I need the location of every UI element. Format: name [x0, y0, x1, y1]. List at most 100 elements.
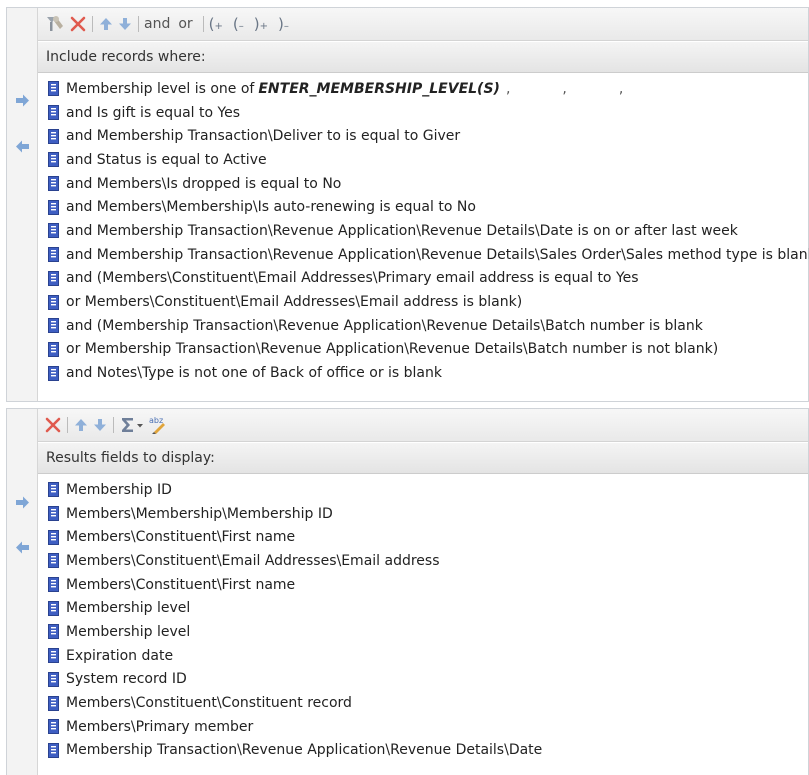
remove-filter-arrow-icon[interactable]: [15, 139, 30, 158]
field-name: Members\Membership\Membership ID: [66, 505, 333, 522]
remove-field-arrow-icon[interactable]: [15, 540, 30, 559]
field-icon: [48, 81, 59, 97]
toolbar-separator: [92, 16, 93, 32]
delete-icon[interactable]: [44, 413, 62, 437]
field-icon: [48, 152, 59, 168]
filter-row[interactable]: and Membership Transaction\Revenue Appli…: [38, 219, 808, 243]
filter-text: and Membership Transaction\Revenue Appli…: [66, 222, 738, 239]
results-row[interactable]: Expiration date: [38, 644, 808, 668]
results-row[interactable]: System record ID: [38, 668, 808, 692]
filter-text: and Is gift is equal to Yes: [66, 104, 241, 121]
remove-close-paren-button[interactable]: )–: [278, 15, 289, 33]
filter-row[interactable]: and (Membership Transaction\Revenue Appl…: [38, 314, 808, 338]
or-button[interactable]: or: [178, 16, 192, 32]
filter-text: Membership level is one of: [66, 80, 255, 97]
filter-row[interactable]: or Members\Constituent\Email Addresses\E…: [38, 290, 808, 314]
field-icon: [48, 600, 59, 616]
filter-row[interactable]: Membership level is one of ENTER_MEMBERS…: [38, 77, 808, 101]
field-name: Members\Constituent\Email Addresses\Emai…: [66, 552, 440, 569]
field-icon: [48, 553, 59, 569]
results-row[interactable]: Membership ID: [38, 478, 808, 502]
field-icon: [48, 176, 59, 192]
svg-text:abz: abz: [149, 416, 163, 425]
toolbar-separator: [67, 417, 68, 433]
results-row[interactable]: Members\Constituent\Email Addresses\Emai…: [38, 549, 808, 573]
field-icon: [48, 719, 59, 735]
filter-options-icon[interactable]: [44, 12, 66, 36]
move-up-icon[interactable]: [73, 413, 89, 437]
field-name: Members\Constituent\First name: [66, 529, 296, 546]
results-row[interactable]: Members\Constituent\First name: [38, 525, 808, 549]
filter-text: or Members\Constituent\Email Addresses\E…: [66, 294, 523, 311]
rename-field-icon[interactable]: abz: [148, 413, 170, 437]
field-icon: [48, 482, 59, 498]
filter-row[interactable]: and Status is equal to Active: [38, 148, 808, 172]
results-row[interactable]: Membership level: [38, 620, 808, 644]
filter-text: and Status is equal to Active: [66, 151, 267, 168]
add-close-paren-button[interactable]: )+: [254, 15, 268, 33]
results-row[interactable]: Membership Transaction\Revenue Applicati…: [38, 739, 808, 763]
field-icon: [48, 577, 59, 593]
move-down-icon[interactable]: [117, 12, 133, 36]
filter-text: and Membership Transaction\Deliver to is…: [66, 128, 461, 145]
move-up-icon[interactable]: [98, 12, 114, 36]
filter-text: and Membership Transaction\Revenue Appli…: [66, 246, 809, 263]
field-icon: [48, 671, 59, 687]
filter-row[interactable]: or Membership Transaction\Revenue Applic…: [38, 338, 808, 362]
results-row[interactable]: Members\Constituent\Constituent record: [38, 691, 808, 715]
filter-list: Membership level is one of ENTER_MEMBERS…: [38, 75, 809, 401]
add-open-paren-button[interactable]: (+: [209, 15, 223, 33]
field-icon: [48, 742, 59, 758]
results-toolbar: abz: [38, 409, 808, 442]
filter-gutter: [7, 8, 38, 401]
results-panel: abz Results fields to display: Membershi…: [6, 408, 809, 775]
criteria-placeholder: ENTER_MEMBERSHIP_LEVEL(S): [258, 80, 500, 97]
results-row[interactable]: Members\Primary member: [38, 715, 808, 739]
results-list: Membership ID Members\Membership\Members…: [38, 476, 808, 775]
results-row[interactable]: Members\Constituent\First name: [38, 573, 808, 597]
add-filter-arrow-icon[interactable]: [15, 93, 30, 112]
field-icon: [48, 270, 59, 286]
filter-text: and Members\Is dropped is equal to No: [66, 175, 342, 192]
results-gutter: [7, 409, 38, 775]
add-field-arrow-icon[interactable]: [15, 495, 30, 514]
move-down-icon[interactable]: [92, 413, 108, 437]
results-row[interactable]: Membership level: [38, 596, 808, 620]
field-icon: [48, 105, 59, 121]
filter-text: and Members\Membership\Is auto-renewing …: [66, 199, 476, 216]
field-name: Membership level: [66, 600, 191, 617]
filter-text: or Membership Transaction\Revenue Applic…: [66, 341, 719, 358]
filter-panel: and or (+ (– )+ )– Include records where…: [6, 7, 809, 402]
filter-row[interactable]: and Notes\Type is not one of Back of off…: [38, 361, 808, 385]
filter-row[interactable]: and Membership Transaction\Deliver to is…: [38, 124, 808, 148]
toolbar-separator: [113, 417, 114, 433]
toolbar-separator: [202, 16, 204, 32]
filter-row[interactable]: and Members\Is dropped is equal to No: [38, 172, 808, 196]
field-icon: [48, 223, 59, 239]
filter-row[interactable]: and Members\Membership\Is auto-renewing …: [38, 195, 808, 219]
remove-open-paren-button[interactable]: (–: [233, 15, 244, 33]
filter-row[interactable]: and (Members\Constituent\Email Addresses…: [38, 267, 808, 291]
field-icon: [48, 529, 59, 545]
filter-text: and Notes\Type is not one of Back of off…: [66, 365, 442, 382]
field-icon: [48, 624, 59, 640]
delete-icon[interactable]: [69, 12, 87, 36]
truncated-values: ,,,: [505, 80, 676, 97]
field-icon: [48, 199, 59, 215]
results-row[interactable]: Members\Membership\Membership ID: [38, 502, 808, 526]
filter-row[interactable]: and Membership Transaction\Revenue Appli…: [38, 243, 809, 267]
and-button[interactable]: and: [144, 16, 170, 32]
field-icon: [48, 365, 59, 381]
field-name: Expiration date: [66, 647, 174, 664]
field-icon: [48, 341, 59, 357]
filter-toolbar: and or (+ (– )+ )–: [38, 8, 808, 41]
toolbar-separator: [138, 16, 139, 32]
filter-row[interactable]: and Is gift is equal to Yes: [38, 101, 808, 125]
field-name: Members\Constituent\Constituent record: [66, 695, 352, 712]
field-name: Members\Primary member: [66, 718, 254, 735]
field-icon: [48, 128, 59, 144]
field-name: Membership ID: [66, 481, 172, 498]
filter-text: and (Membership Transaction\Revenue Appl…: [66, 317, 703, 334]
field-name: Membership level: [66, 623, 191, 640]
summarize-dropdown-icon[interactable]: [119, 413, 145, 437]
